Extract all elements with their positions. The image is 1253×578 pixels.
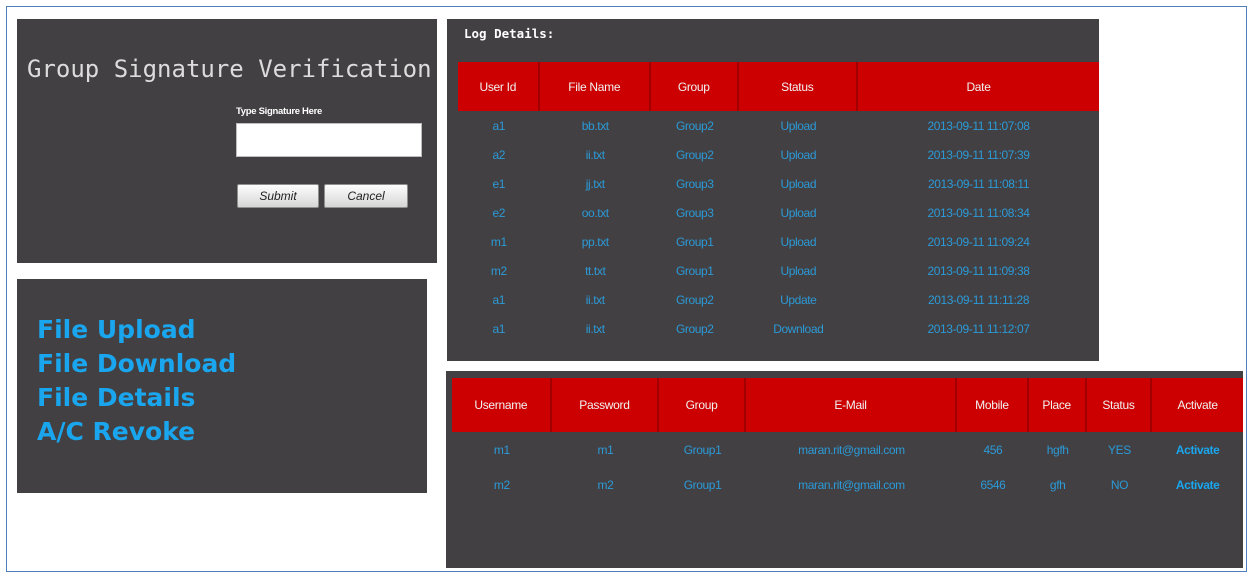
cell-status: YES bbox=[1108, 442, 1131, 457]
menu-item-file-details[interactable]: File Details bbox=[37, 381, 236, 415]
menu-item-ac-revoke[interactable]: A/C Revoke bbox=[37, 415, 236, 449]
table-row: m1 pp.txt Group1 Upload 2013-09-11 11:09… bbox=[458, 227, 1099, 256]
cell-group: Group1 bbox=[675, 263, 714, 278]
users-header-group: Group bbox=[659, 378, 746, 432]
cell-file-name: tt.txt bbox=[585, 263, 606, 278]
cell-status: Update bbox=[780, 292, 817, 307]
cell-user-id: a1 bbox=[492, 292, 506, 307]
table-row: m1 m1 Group1 maran.rit@gmail.com 456 hgf… bbox=[452, 432, 1243, 467]
cell-status: Upload bbox=[780, 176, 817, 191]
cell-user-id: a2 bbox=[492, 147, 506, 162]
cell-group: Group3 bbox=[675, 176, 714, 191]
cell-status: Upload bbox=[780, 263, 817, 278]
cell-status: Upload bbox=[780, 205, 817, 220]
cell-group: Group1 bbox=[683, 442, 722, 457]
activate-link[interactable]: Activate bbox=[1152, 467, 1243, 502]
cell-date: 2013-09-11 11:08:34 bbox=[927, 205, 1030, 220]
log-header-group: Group bbox=[650, 62, 739, 111]
menu-list: File Upload File Download File Details A… bbox=[37, 313, 236, 449]
cell-date: 2013-09-11 11:08:11 bbox=[927, 176, 1030, 191]
cell-group: Group2 bbox=[675, 321, 714, 336]
cell-status: Upload bbox=[780, 234, 817, 249]
users-header-mobile: Mobile bbox=[957, 378, 1029, 432]
log-table: User Id File Name Group Status Date a1 b… bbox=[458, 62, 1099, 343]
cancel-button[interactable]: Cancel bbox=[324, 184, 408, 208]
users-header-place: Place bbox=[1028, 378, 1087, 432]
users-table: Username Password Group E-Mail Mobile Pl… bbox=[452, 378, 1243, 502]
table-row: a1 ii.txt Group2 Update 2013-09-11 11:11… bbox=[458, 285, 1099, 314]
cell-email: maran.rit@gmail.com bbox=[798, 442, 905, 457]
menu-item-file-upload[interactable]: File Upload bbox=[37, 313, 236, 347]
table-row: e1 jj.txt Group3 Upload 2013-09-11 11:08… bbox=[458, 169, 1099, 198]
users-header-email: E-Mail bbox=[745, 378, 958, 432]
cell-mobile: 456 bbox=[983, 442, 1003, 457]
signature-label: Type Signature Here bbox=[236, 106, 322, 117]
cell-user-id: m1 bbox=[490, 234, 507, 249]
cell-group: Group1 bbox=[683, 477, 722, 492]
log-header-status: Status bbox=[738, 62, 859, 111]
cell-file-name: oo.txt bbox=[581, 205, 609, 220]
cell-user-id: m2 bbox=[490, 263, 507, 278]
cell-place: gfh bbox=[1049, 477, 1066, 492]
cell-date: 2013-09-11 11:09:24 bbox=[927, 234, 1030, 249]
users-header-password: Password bbox=[551, 378, 660, 432]
cell-file-name: pp.txt bbox=[581, 234, 609, 249]
cell-mobile: 6546 bbox=[980, 477, 1006, 492]
cell-user-id: e1 bbox=[492, 176, 506, 191]
signature-panel: Group Signature Verification : Type Sign… bbox=[17, 19, 460, 263]
cell-file-name: ii.txt bbox=[585, 147, 605, 162]
cell-status: NO bbox=[1110, 477, 1129, 492]
cell-date: 2013-09-11 11:07:08 bbox=[927, 118, 1030, 133]
cell-date: 2013-09-11 11:11:28 bbox=[927, 292, 1030, 307]
users-panel: Username Password Group E-Mail Mobile Pl… bbox=[446, 371, 1243, 568]
table-row: m2 m2 Group1 maran.rit@gmail.com 6546 gf… bbox=[452, 467, 1243, 502]
cell-password: m1 bbox=[597, 442, 614, 457]
cell-user-id: e2 bbox=[492, 205, 506, 220]
log-header-row: User Id File Name Group Status Date bbox=[458, 62, 1099, 111]
cell-group: Group2 bbox=[675, 118, 714, 133]
cell-date: 2013-09-11 11:12:07 bbox=[927, 321, 1030, 336]
users-header-activate: Activate bbox=[1152, 378, 1243, 432]
cell-email: maran.rit@gmail.com bbox=[798, 477, 905, 492]
cell-username: m1 bbox=[493, 442, 510, 457]
cell-status: Download bbox=[773, 321, 824, 336]
cell-group: Group1 bbox=[675, 234, 714, 249]
menu-item-file-download[interactable]: File Download bbox=[37, 347, 236, 381]
cell-group: Group3 bbox=[675, 205, 714, 220]
signature-input[interactable] bbox=[236, 123, 422, 157]
users-header-status: Status bbox=[1086, 378, 1153, 432]
cell-file-name: ii.txt bbox=[585, 321, 605, 336]
cell-file-name: ii.txt bbox=[585, 292, 605, 307]
cell-file-name: bb.txt bbox=[581, 118, 609, 133]
cell-user-id: a1 bbox=[492, 321, 506, 336]
table-row: a1 bb.txt Group2 Upload 2013-09-11 11:07… bbox=[458, 111, 1099, 140]
table-row: e2 oo.txt Group3 Upload 2013-09-11 11:08… bbox=[458, 198, 1099, 227]
table-row: a1 ii.txt Group2 Download 2013-09-11 11:… bbox=[458, 314, 1099, 343]
table-row: a2 ii.txt Group2 Upload 2013-09-11 11:07… bbox=[458, 140, 1099, 169]
signature-title: Group Signature Verification : bbox=[27, 55, 461, 83]
log-panel: Log Details: User Id File Name Group Sta… bbox=[447, 19, 1099, 361]
activate-link[interactable]: Activate bbox=[1152, 432, 1243, 467]
cell-status: Upload bbox=[780, 118, 817, 133]
cell-date: 2013-09-11 11:09:38 bbox=[927, 263, 1030, 278]
submit-button[interactable]: Submit bbox=[237, 184, 319, 208]
log-header-date: Date bbox=[858, 62, 1099, 111]
cell-place: hgfh bbox=[1046, 442, 1069, 457]
cell-date: 2013-09-11 11:07:39 bbox=[927, 147, 1030, 162]
cell-status: Upload bbox=[780, 147, 817, 162]
cell-username: m2 bbox=[493, 477, 510, 492]
cell-user-id: a1 bbox=[492, 118, 506, 133]
cell-group: Group2 bbox=[675, 292, 714, 307]
menu-panel: File Upload File Download File Details A… bbox=[17, 279, 427, 493]
users-header-row: Username Password Group E-Mail Mobile Pl… bbox=[452, 378, 1243, 432]
log-header-user-id: User Id bbox=[458, 62, 540, 111]
log-heading: Log Details: bbox=[464, 26, 555, 41]
log-header-file-name: File Name bbox=[539, 62, 651, 111]
users-header-username: Username bbox=[452, 378, 552, 432]
cell-password: m2 bbox=[597, 477, 614, 492]
table-row: m2 tt.txt Group1 Upload 2013-09-11 11:09… bbox=[458, 256, 1099, 285]
cell-file-name: jj.txt bbox=[585, 176, 605, 191]
cell-group: Group2 bbox=[675, 147, 714, 162]
